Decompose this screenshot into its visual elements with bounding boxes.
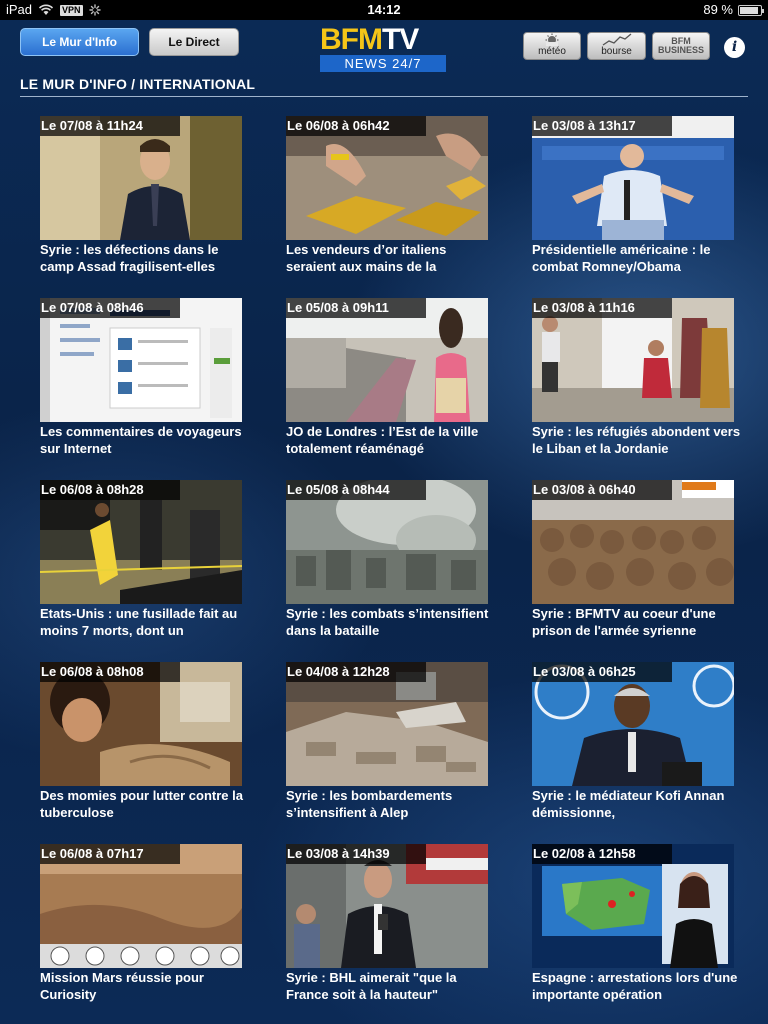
section-title: LE MUR D'INFO / INTERNATIONAL bbox=[20, 76, 256, 92]
news-card[interactable]: Le 03/08 à 13h17 Présidentielle américain… bbox=[532, 116, 734, 278]
news-thumbnail[interactable]: Le 03/08 à 06h25 bbox=[532, 662, 734, 786]
battery-icon bbox=[738, 4, 764, 16]
stock-chart-icon bbox=[602, 33, 631, 46]
news-card[interactable]: Le 07/08 à 11h24 Syrie : les défections d… bbox=[40, 116, 242, 278]
sun-cloud-icon bbox=[545, 33, 559, 46]
bourse-button[interactable]: bourse bbox=[587, 32, 646, 60]
news-title[interactable]: Les vendeurs d’or italiens seraient aux … bbox=[286, 240, 496, 276]
news-date: Le 03/08 à 13h17 bbox=[532, 116, 672, 136]
news-card[interactable]: Le 03/08 à 11h16 Syrie : les réfugiés abo… bbox=[532, 298, 740, 460]
news-title[interactable]: Les commentaires de voyageurs sur Intern… bbox=[40, 422, 250, 458]
tab-mur-info[interactable]: Le Mur d'Info bbox=[20, 28, 139, 56]
news-card[interactable]: Le 05/08 à 08h44 Syrie : les combats s’in… bbox=[286, 480, 488, 642]
news-date: Le 03/08 à 06h25 bbox=[532, 662, 672, 682]
device-name: iPad bbox=[6, 2, 33, 17]
news-thumbnail[interactable]: Le 03/08 à 13h17 bbox=[532, 116, 734, 240]
news-date: Le 05/08 à 09h11 bbox=[286, 298, 426, 318]
news-thumbnail[interactable]: Le 07/08 à 08h46 bbox=[40, 298, 242, 422]
news-card[interactable]: Le 04/08 à 12h28 Syrie : les bombardement… bbox=[286, 662, 488, 824]
activity-spinner-icon bbox=[88, 4, 101, 16]
news-title[interactable]: Espagne : arrestations lors d'une import… bbox=[532, 968, 742, 1004]
news-date: Le 04/08 à 12h28 bbox=[286, 662, 426, 682]
news-title[interactable]: Syrie : le médiateur Kofi Annan démissio… bbox=[532, 786, 742, 822]
battery-percent: 89 % bbox=[703, 2, 733, 17]
news-thumbnail[interactable]: Le 04/08 à 12h28 bbox=[286, 662, 488, 786]
news-card[interactable]: Le 06/08 à 08h28 Etats-Unis : une fusilla… bbox=[40, 480, 242, 642]
news-date: Le 06/08 à 08h28 bbox=[40, 480, 180, 500]
news-thumbnail[interactable]: Le 06/08 à 08h28 bbox=[40, 480, 242, 604]
bourse-label: bourse bbox=[601, 46, 632, 57]
news-card[interactable]: Le 03/08 à 14h39 Syrie : BHL aimerait "qu… bbox=[286, 844, 488, 1006]
news-title[interactable]: Présidentielle américaine : le combat Ro… bbox=[532, 240, 742, 276]
logo-bfm: BFM bbox=[320, 23, 383, 56]
news-date: Le 07/08 à 08h46 bbox=[40, 298, 180, 318]
bfm-business-logo: BFM BUSINESS bbox=[658, 37, 704, 55]
logo-tv: TV bbox=[381, 23, 419, 56]
news-card[interactable]: Le 06/08 à 08h08 Des momies pour lutter c… bbox=[40, 662, 243, 824]
bfmtv-logo: BFM TV NEWS 24/7 bbox=[320, 24, 446, 72]
news-title[interactable]: Etats-Unis : une fusillade fait au moins… bbox=[40, 604, 250, 640]
news-date: Le 07/08 à 11h24 bbox=[40, 116, 180, 136]
meteo-label: météo bbox=[538, 46, 566, 57]
news-thumbnail[interactable]: Le 03/08 à 06h40 bbox=[532, 480, 734, 604]
logo-news247: NEWS 24/7 bbox=[320, 55, 446, 72]
news-title[interactable]: Syrie : les défections dans le camp Assa… bbox=[40, 240, 250, 276]
news-date: Le 03/08 à 06h40 bbox=[532, 480, 672, 500]
news-card[interactable]: Le 06/08 à 07h17 Mission Mars réussie pou… bbox=[40, 844, 242, 1006]
news-date: Le 06/08 à 07h17 bbox=[40, 844, 180, 864]
news-date: Le 03/08 à 14h39 bbox=[286, 844, 426, 864]
news-date: Le 06/08 à 06h42 bbox=[286, 116, 426, 136]
news-thumbnail[interactable]: Le 03/08 à 14h39 bbox=[286, 844, 488, 968]
news-date: Le 03/08 à 11h16 bbox=[532, 298, 672, 318]
news-title[interactable]: Syrie : les réfugiés abondent vers le Li… bbox=[532, 422, 742, 458]
news-thumbnail[interactable]: Le 05/08 à 08h44 bbox=[286, 480, 488, 604]
news-card[interactable]: Le 03/08 à 06h25 Syrie : le médiateur Kof… bbox=[532, 662, 734, 824]
status-bar: iPad VPN 14:12 89 % bbox=[0, 0, 768, 20]
tab-le-direct[interactable]: Le Direct bbox=[149, 28, 239, 56]
news-title[interactable]: Syrie : BHL aimerait "que la France soit… bbox=[286, 968, 496, 1004]
bfm-business-button[interactable]: BFM BUSINESS bbox=[652, 32, 710, 60]
divider bbox=[20, 96, 748, 97]
news-card[interactable]: Le 06/08 à 06h42 Les vendeurs d’or italie… bbox=[286, 116, 488, 278]
news-card[interactable]: Le 05/08 à 09h11 JO de Londres : l’Est de… bbox=[286, 298, 488, 460]
news-thumbnail[interactable]: Le 06/08 à 08h08 bbox=[40, 662, 242, 786]
info-icon[interactable]: i bbox=[724, 37, 745, 58]
news-thumbnail[interactable]: Le 06/08 à 06h42 bbox=[286, 116, 488, 240]
news-card[interactable]: Le 03/08 à 06h40 Syrie : BFMTV au coeur d… bbox=[532, 480, 734, 642]
news-thumbnail[interactable]: Le 02/08 à 12h58 bbox=[532, 844, 734, 968]
news-date: Le 05/08 à 08h44 bbox=[286, 480, 426, 500]
news-title[interactable]: Syrie : BFMTV au coeur d'une prison de l… bbox=[532, 604, 742, 640]
news-thumbnail[interactable]: Le 05/08 à 09h11 bbox=[286, 298, 488, 422]
news-date: Le 02/08 à 12h58 bbox=[532, 844, 672, 864]
news-title[interactable]: Des momies pour lutter contre la tubercu… bbox=[40, 786, 250, 822]
news-date: Le 06/08 à 08h08 bbox=[40, 662, 180, 682]
wifi-icon bbox=[38, 4, 54, 15]
news-thumbnail[interactable]: Le 06/08 à 07h17 bbox=[40, 844, 242, 968]
vpn-badge: VPN bbox=[60, 4, 83, 16]
news-card[interactable]: Le 07/08 à 08h46 Les commentaires de voya… bbox=[40, 298, 242, 460]
news-title[interactable]: Mission Mars réussie pour Curiosity bbox=[40, 968, 250, 1004]
meteo-button[interactable]: météo bbox=[523, 32, 581, 60]
bfm-business-label-2: BUSINESS bbox=[657, 45, 704, 55]
news-title[interactable]: Syrie : les combats s’intensifient dans … bbox=[286, 604, 496, 640]
news-title[interactable]: Syrie : les bombardements s’intensifient… bbox=[286, 786, 496, 822]
news-thumbnail[interactable]: Le 07/08 à 11h24 bbox=[40, 116, 242, 240]
news-card[interactable]: Le 02/08 à 12h58 Espagne : arrestations l… bbox=[532, 844, 737, 1006]
news-thumbnail[interactable]: Le 03/08 à 11h16 bbox=[532, 298, 734, 422]
news-title[interactable]: JO de Londres : l’Est de la ville totale… bbox=[286, 422, 496, 458]
